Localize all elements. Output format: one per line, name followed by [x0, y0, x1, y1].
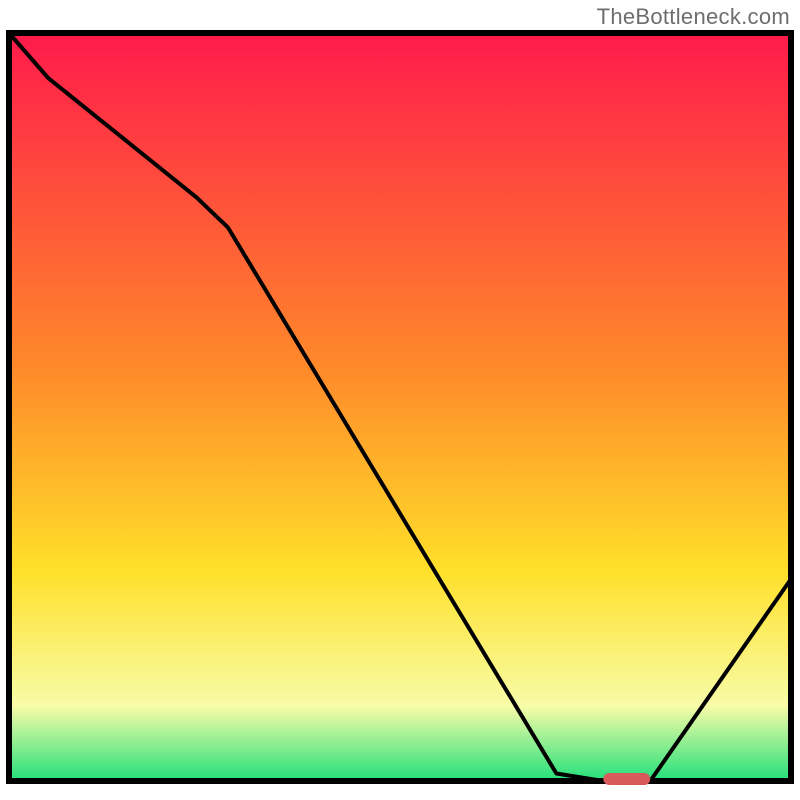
chart-svg: [0, 0, 800, 800]
bottleneck-chart: TheBottleneck.com: [0, 0, 800, 800]
optimal-marker: [603, 773, 650, 785]
plot-background: [9, 33, 791, 781]
